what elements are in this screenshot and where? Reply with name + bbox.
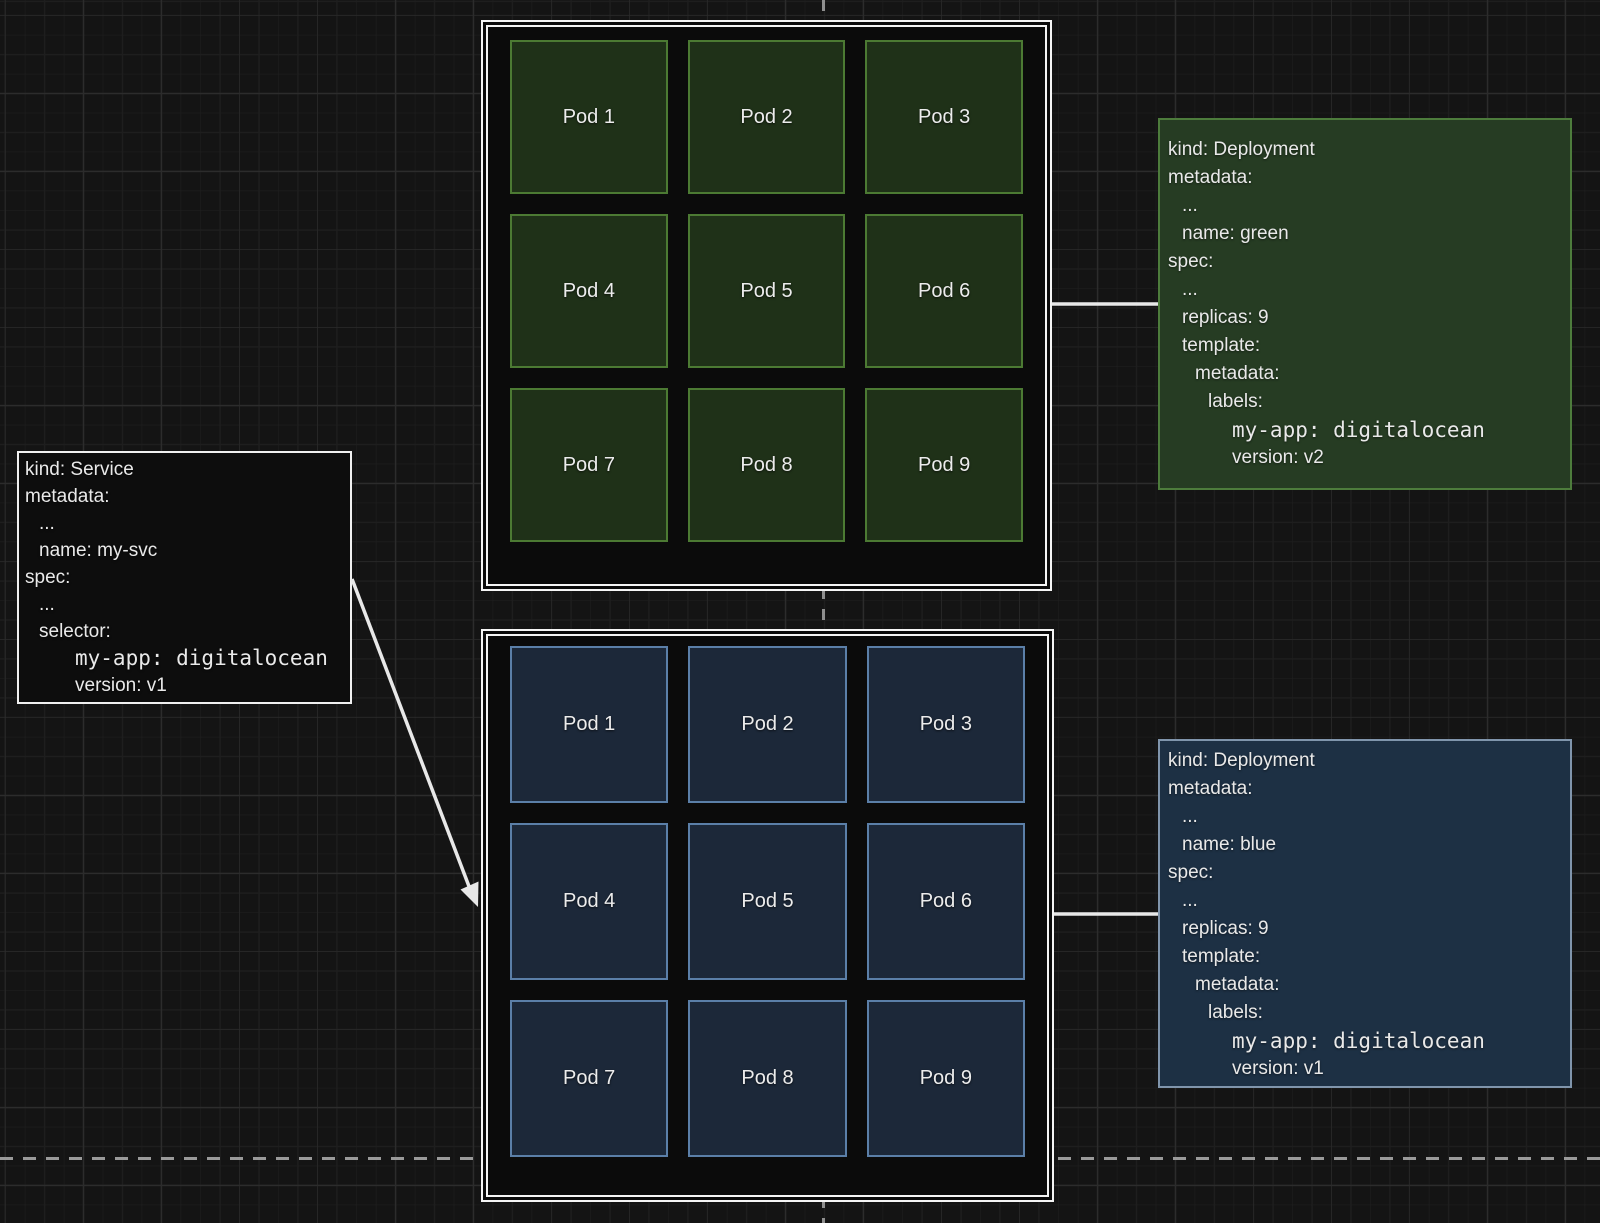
diagram-canvas: { "colors": { "canvas_bg": "#141414", "g… [0, 0, 1600, 1223]
blue-pod-2[interactable]: Pod 2 [688, 646, 846, 803]
blue-deployment-yaml-box[interactable]: kind: Deployment metadata: ... name: blu… [1158, 739, 1572, 1088]
yaml-line: labels: [1162, 999, 1562, 1027]
yaml-line: metadata: [19, 483, 350, 510]
yaml-line: version: v2 [1162, 444, 1562, 472]
yaml-line: kind: Deployment [1162, 747, 1562, 775]
green-pod-4[interactable]: Pod 4 [510, 214, 668, 368]
yaml-line: template: [1162, 332, 1562, 360]
green-deployment-cluster[interactable]: Pod 1 Pod 2 Pod 3 Pod 4 Pod 5 Pod 6 Pod … [481, 20, 1052, 591]
blue-pod-6[interactable]: Pod 6 [867, 823, 1025, 980]
green-pod-8[interactable]: Pod 8 [688, 388, 846, 542]
yaml-line: ... [1162, 276, 1562, 304]
green-deployment-yaml-box[interactable]: kind: Deployment metadata: ... name: gre… [1158, 118, 1572, 490]
yaml-line: metadata: [1162, 971, 1562, 999]
service-yaml-box[interactable]: kind: Service metadata: ... name: my-svc… [17, 451, 352, 704]
blue-deployment-cluster-inner: Pod 1 Pod 2 Pod 3 Pod 4 Pod 5 Pod 6 Pod … [486, 634, 1049, 1197]
yaml-line: metadata: [1162, 164, 1562, 192]
blue-pod-1[interactable]: Pod 1 [510, 646, 668, 803]
yaml-line: metadata: [1162, 775, 1562, 803]
blue-pod-3[interactable]: Pod 3 [867, 646, 1025, 803]
yaml-line: my-app: digitalocean [19, 645, 350, 672]
yaml-line: my-app: digitalocean [1162, 1027, 1562, 1055]
yaml-line: spec: [1162, 248, 1562, 276]
yaml-line: ... [19, 591, 350, 618]
yaml-line: ... [1162, 192, 1562, 220]
green-pod-9[interactable]: Pod 9 [865, 388, 1023, 542]
yaml-line: template: [1162, 943, 1562, 971]
yaml-line: name: my-svc [19, 537, 350, 564]
blue-pod-7[interactable]: Pod 7 [510, 1000, 668, 1157]
blue-pod-5[interactable]: Pod 5 [688, 823, 846, 980]
yaml-line: replicas: 9 [1162, 304, 1562, 332]
yaml-line: spec: [1162, 859, 1562, 887]
green-deployment-cluster-inner: Pod 1 Pod 2 Pod 3 Pod 4 Pod 5 Pod 6 Pod … [486, 25, 1047, 586]
yaml-line: name: green [1162, 220, 1562, 248]
yaml-line: ... [19, 510, 350, 537]
yaml-line: name: blue [1162, 831, 1562, 859]
yaml-line: version: v1 [19, 672, 350, 699]
yaml-line: labels: [1162, 388, 1562, 416]
yaml-line: selector: [19, 618, 350, 645]
green-pod-6[interactable]: Pod 6 [865, 214, 1023, 368]
blue-pod-4[interactable]: Pod 4 [510, 823, 668, 980]
yaml-line: metadata: [1162, 360, 1562, 388]
yaml-line: my-app: digitalocean [1162, 416, 1562, 444]
yaml-line: replicas: 9 [1162, 915, 1562, 943]
yaml-line: version: v1 [1162, 1055, 1562, 1083]
green-pod-5[interactable]: Pod 5 [688, 214, 846, 368]
green-pod-1[interactable]: Pod 1 [510, 40, 668, 194]
blue-deployment-cluster[interactable]: Pod 1 Pod 2 Pod 3 Pod 4 Pod 5 Pod 6 Pod … [481, 629, 1054, 1202]
yaml-line: ... [1162, 803, 1562, 831]
yaml-line: kind: Service [19, 456, 350, 483]
green-pod-3[interactable]: Pod 3 [865, 40, 1023, 194]
yaml-line: spec: [19, 564, 350, 591]
yaml-line: ... [1162, 887, 1562, 915]
service-to-blue-arrow[interactable] [352, 579, 479, 907]
yaml-line: kind: Deployment [1162, 136, 1562, 164]
green-pod-7[interactable]: Pod 7 [510, 388, 668, 542]
blue-pod-8[interactable]: Pod 8 [688, 1000, 846, 1157]
blue-pod-9[interactable]: Pod 9 [867, 1000, 1025, 1157]
green-pod-2[interactable]: Pod 2 [688, 40, 846, 194]
